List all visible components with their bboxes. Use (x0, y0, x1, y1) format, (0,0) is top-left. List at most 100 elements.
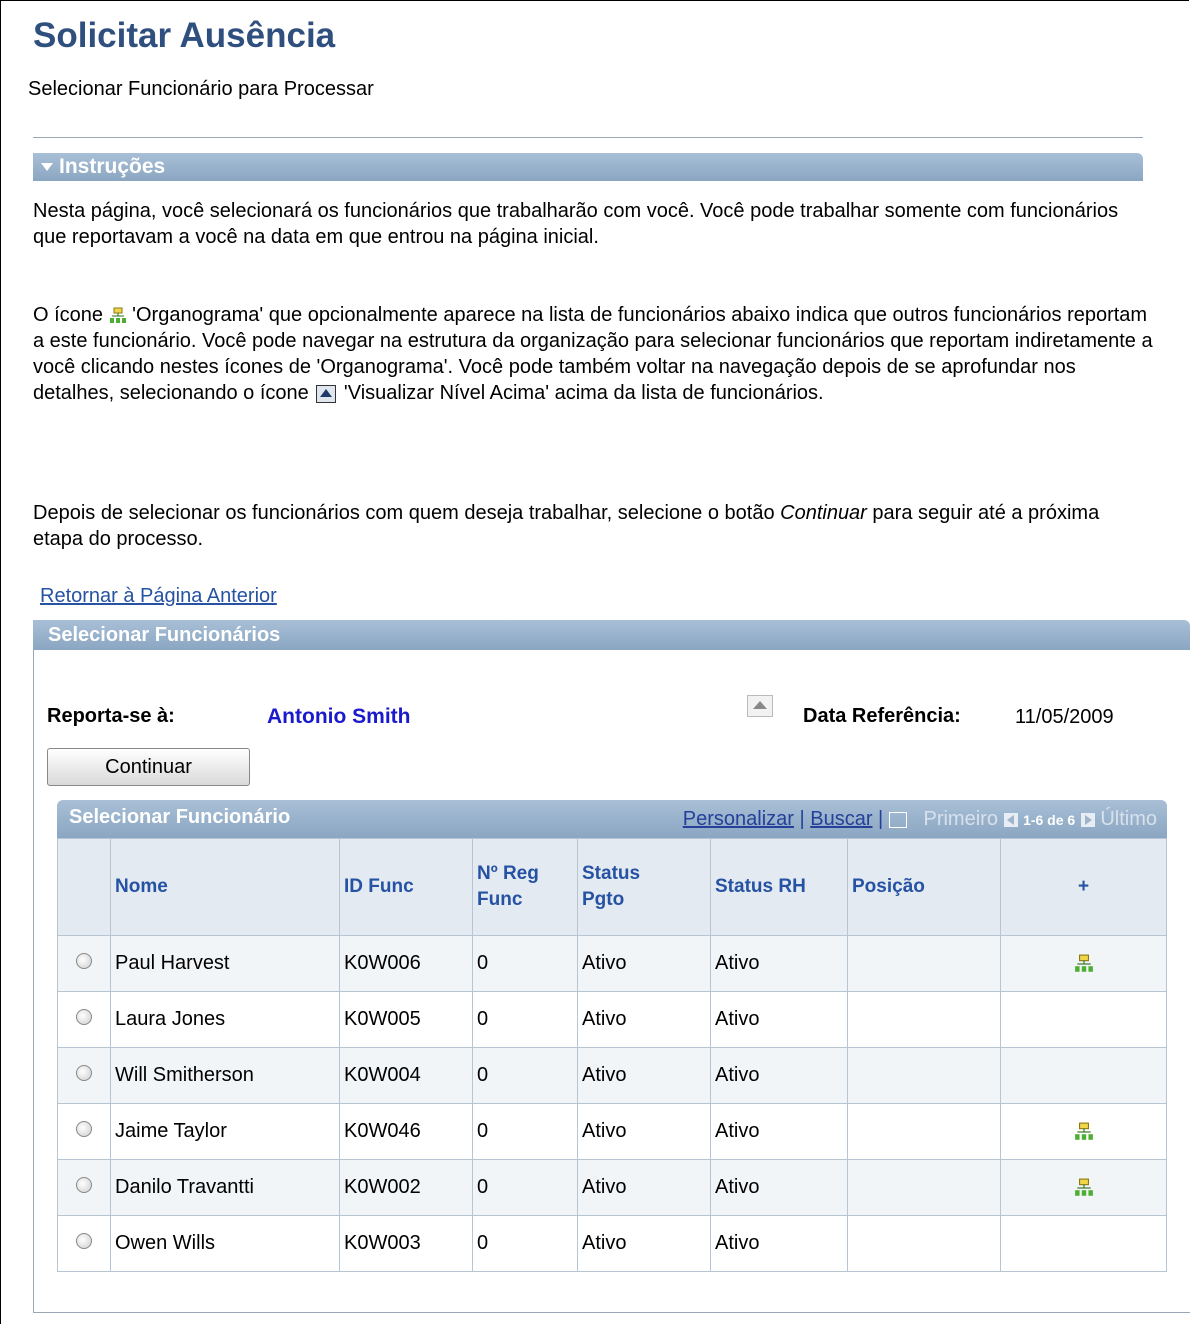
employee-name-cell: Will Smitherson (110, 1047, 340, 1104)
instructions-text: O ícone (33, 304, 104, 326)
org-chart-cell (1000, 1159, 1167, 1216)
employee-name-cell: Laura Jones (110, 991, 340, 1048)
personalize-link[interactable]: Personalizar (683, 808, 794, 830)
column-header-hr-status: Status RH (710, 838, 848, 936)
employee-id-cell: K0W003 (339, 1215, 473, 1272)
employee-id-cell: K0W005 (339, 991, 473, 1048)
column-header-plus: + (1000, 838, 1167, 936)
pay-status-cell: Ativo (577, 1047, 711, 1104)
employee-radio[interactable] (76, 1177, 92, 1193)
select-employees-header: Selecionar Funcionários (33, 620, 1190, 650)
instructions-header: Instruções (59, 155, 166, 178)
view-level-up-button[interactable] (747, 695, 773, 717)
org-chart-cell (1000, 1215, 1167, 1272)
select-cell (57, 1047, 111, 1104)
column-header-pay-status: Status Pgto (577, 838, 711, 936)
employee-reg-cell: 0 (472, 935, 578, 992)
previous-arrow-icon (1003, 812, 1018, 827)
hr-status-cell: Ativo (710, 1047, 848, 1104)
column-label: Posição (852, 876, 925, 897)
pay-status-cell: Ativo (577, 935, 711, 992)
org-chart-icon[interactable] (1074, 1176, 1094, 1198)
instructions-toggle[interactable]: Instruções (33, 153, 1143, 181)
hr-status-cell: Ativo (710, 1103, 848, 1160)
search-link[interactable]: Buscar (810, 808, 872, 830)
pay-status-cell: Ativo (577, 991, 711, 1048)
continue-button[interactable]: Continuar (47, 748, 250, 786)
org-chart-cell (1000, 1103, 1167, 1160)
position-cell (847, 1159, 1001, 1216)
ref-date-label: Data Referência: (803, 705, 961, 727)
ref-date-value: 11/05/2009 (1015, 706, 1114, 728)
table-row: Owen Wills K0W003 0 Ativo Ativo (57, 1215, 1167, 1272)
grid-header: Selecionar Funcionário Personalizar | Bu… (57, 800, 1167, 838)
employee-name-cell: Owen Wills (110, 1215, 340, 1272)
position-cell (847, 991, 1001, 1048)
select-cell (57, 991, 111, 1048)
return-previous-page-link[interactable]: Retornar à Página Anterior (40, 585, 277, 608)
employee-id-cell: K0W002 (339, 1159, 473, 1216)
employee-radio[interactable] (76, 1233, 92, 1249)
employee-radio[interactable] (76, 1065, 92, 1081)
row-range: 1-6 de 6 (1023, 812, 1076, 828)
org-chart-cell (1000, 991, 1167, 1048)
employee-reg-cell: 0 (472, 1047, 578, 1104)
employee-reg-cell: 0 (472, 991, 578, 1048)
hr-status-cell: Ativo (710, 1159, 848, 1216)
table-row: Laura Jones K0W005 0 Ativo Ativo (57, 991, 1167, 1048)
column-label: Nome (115, 876, 168, 897)
instructions-paragraph-3: Depois de selecionar os funcionários com… (33, 500, 1153, 552)
org-chart-cell (1000, 935, 1167, 992)
view-level-up-icon (316, 384, 337, 403)
employee-radio[interactable] (76, 1009, 92, 1025)
column-header-id: ID Func (339, 838, 473, 936)
employee-id-cell: K0W004 (339, 1047, 473, 1104)
employee-table-body: Paul Harvest K0W006 0 Ativo Ativo Laura Jones… (57, 935, 1167, 1272)
hr-status-cell: Ativo (710, 991, 848, 1048)
instructions-text: Depois de selecionar os funcionários com… (33, 502, 775, 524)
column-header-reg: Nº Reg Func (472, 838, 578, 936)
employee-radio[interactable] (76, 953, 92, 969)
table-row: Will Smitherson K0W004 0 Ativo Ativo (57, 1047, 1167, 1104)
employee-name-cell: Danilo Travantti (110, 1159, 340, 1216)
column-label: Pgto (582, 889, 625, 910)
employee-reg-cell: 0 (472, 1103, 578, 1160)
column-label: ID Func (344, 876, 414, 897)
position-cell (847, 1103, 1001, 1160)
org-chart-icon (109, 307, 126, 323)
employee-table: Nome ID Func Nº Reg Func Status Pgto Statu… (57, 838, 1167, 1272)
employee-reg-cell: 0 (472, 1159, 578, 1216)
pay-status-cell: Ativo (577, 1215, 711, 1272)
org-chart-icon[interactable] (1074, 952, 1094, 974)
reports-to-name: Antonio Smith (267, 705, 411, 728)
select-cell (57, 1159, 111, 1216)
grid-navigation: Personalizar | Buscar | Primeiro 1-6 de … (682, 808, 1157, 830)
employee-id-cell: K0W046 (339, 1103, 473, 1160)
column-header-position: Posição (847, 838, 1001, 936)
pay-status-cell: Ativo (577, 1159, 711, 1216)
hr-status-cell: Ativo (710, 935, 848, 992)
page-title: Solicitar Ausência (33, 16, 336, 55)
table-row: Paul Harvest K0W006 0 Ativo Ativo (57, 935, 1167, 992)
instructions-text: 'Visualizar Nível Acima' acima da lista … (343, 382, 824, 404)
position-cell (847, 935, 1001, 992)
employee-radio[interactable] (76, 1121, 92, 1137)
instructions-paragraph-1: Nesta página, você selecionará os funcio… (33, 200, 1119, 248)
collapse-triangle-icon (41, 163, 53, 172)
last-page: Último (1100, 808, 1157, 830)
new-window-icon[interactable] (888, 811, 907, 828)
reports-to-label: Reporta-se à: (47, 705, 175, 727)
org-chart-cell (1000, 1047, 1167, 1104)
org-chart-icon[interactable] (1074, 1120, 1094, 1142)
pay-status-cell: Ativo (577, 1103, 711, 1160)
next-arrow-icon (1080, 812, 1095, 827)
select-cell (57, 1103, 111, 1160)
employee-name-cell: Jaime Taylor (110, 1103, 340, 1160)
hr-status-cell: Ativo (710, 1215, 848, 1272)
table-header-row: Nome ID Func Nº Reg Func Status Pgto Statu… (57, 838, 1167, 936)
position-cell (847, 1215, 1001, 1272)
employee-reg-cell: 0 (472, 1215, 578, 1272)
employee-name-cell: Paul Harvest (110, 935, 340, 992)
page-subtitle: Selecionar Funcionário para Processar (28, 78, 374, 100)
column-header-name: Nome (110, 838, 340, 936)
